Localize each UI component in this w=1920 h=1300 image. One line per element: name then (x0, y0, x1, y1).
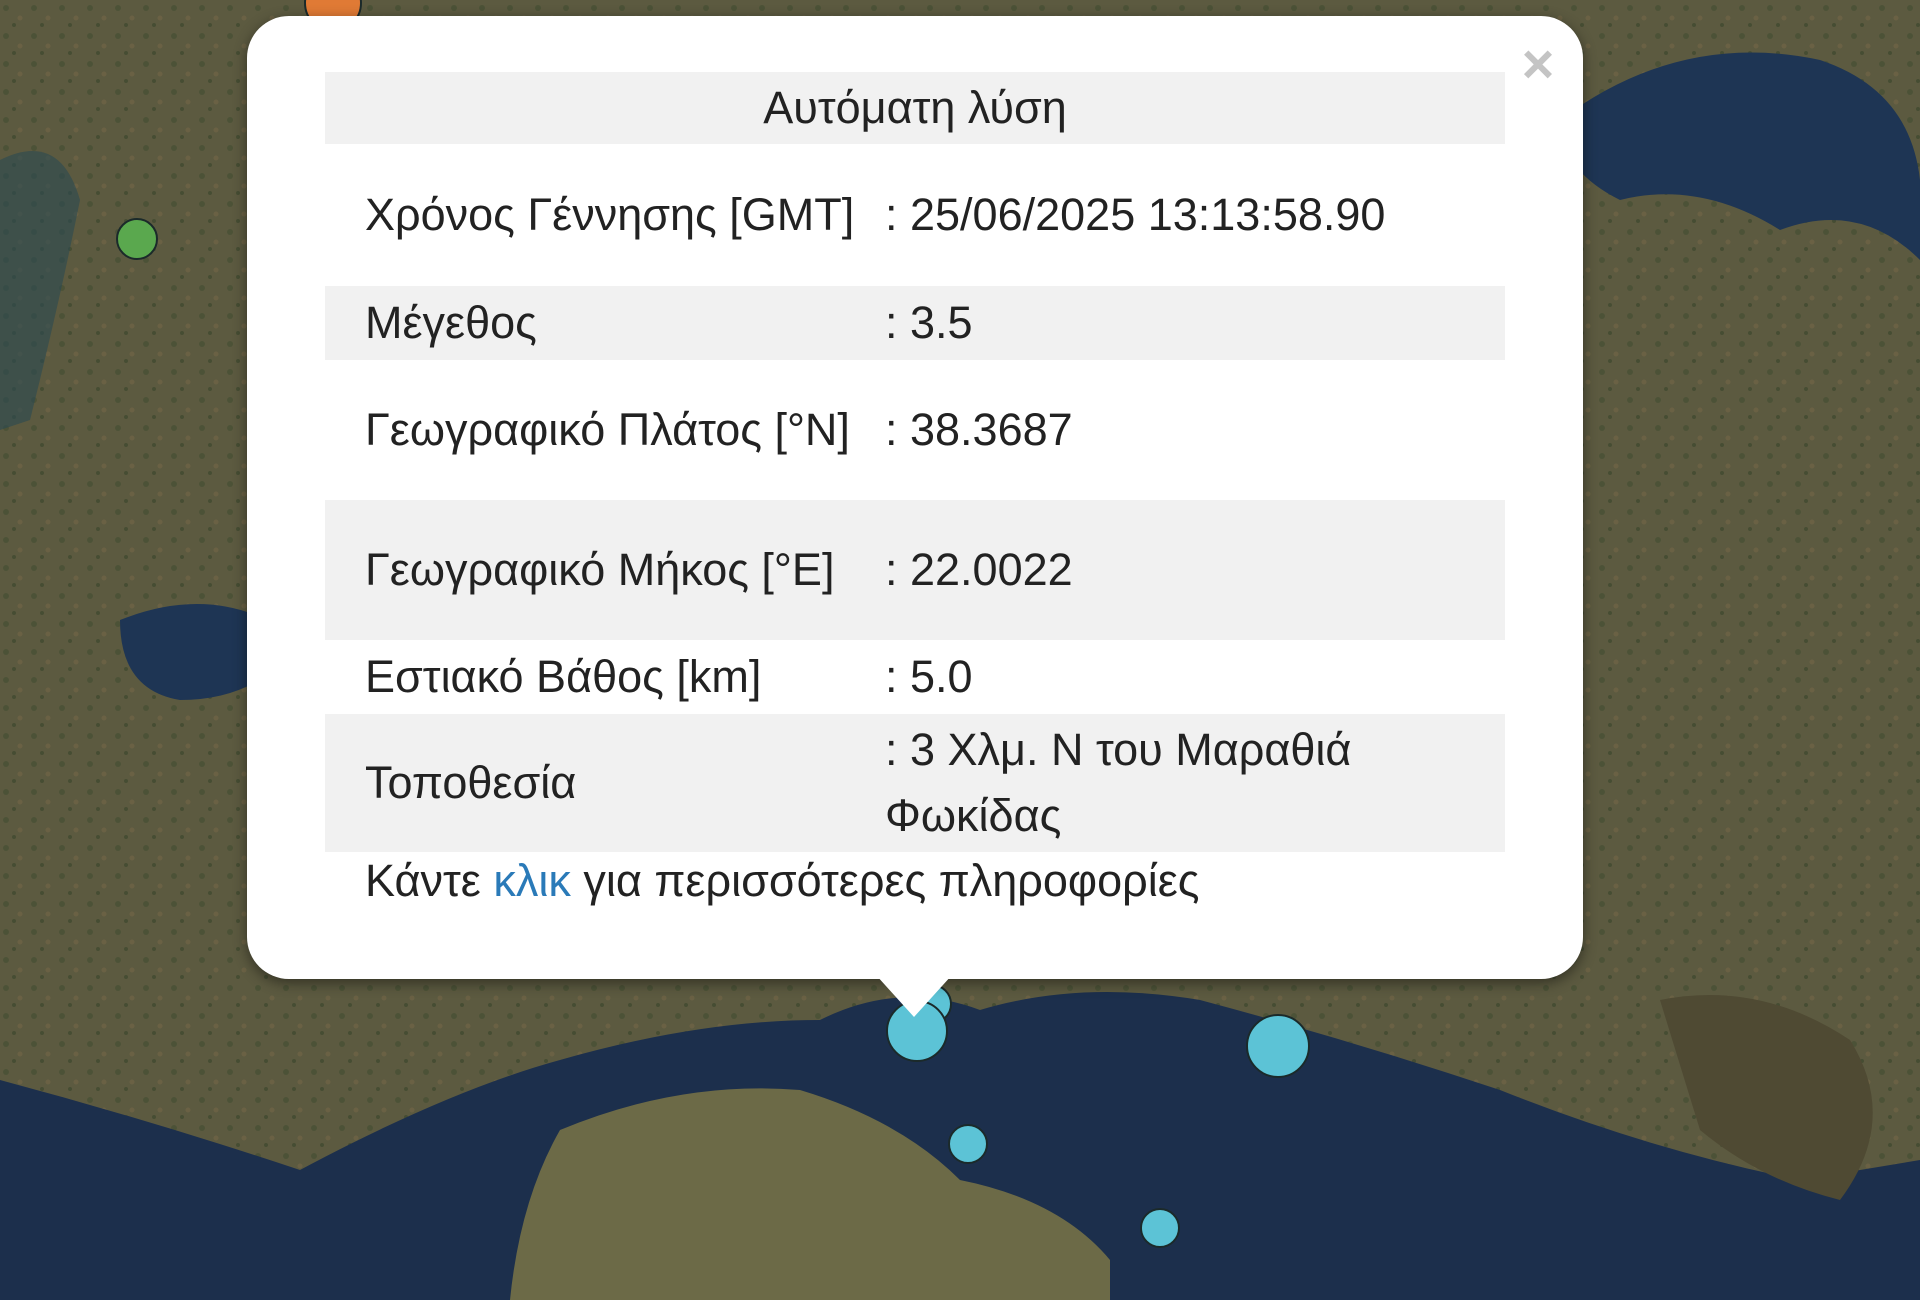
more-info-link[interactable]: κλικ (493, 855, 571, 906)
more-info-text: Κάντε κλικ για περισσότερες πληροφορίες (365, 855, 1199, 907)
latitude-label: Γεωγραφικό Πλάτος [°N] (365, 404, 850, 455)
origin-time-label: Χρόνος Γέννησης [GMT] (365, 189, 855, 240)
origin-time-value: : 25/06/2025 13:13:58.90 (885, 189, 1386, 240)
popup-pointer (876, 975, 952, 1017)
longitude-label: Γεωγραφικό Μήκος [°E] (325, 500, 885, 640)
close-popup-button[interactable]: × (1510, 36, 1566, 92)
footer-prefix: Κάντε (365, 855, 481, 906)
earthquake-marker[interactable] (948, 1124, 988, 1164)
popup-title: Αυτόματη λύση (325, 72, 1505, 144)
earthquake-marker[interactable] (1246, 1014, 1310, 1078)
earthquake-marker[interactable] (1140, 1208, 1180, 1248)
location-value: : 3 Χλμ. Ν του Μαραθιά Φωκίδας (885, 714, 1505, 852)
footer-suffix: για περισσότερες πληροφορίες (583, 855, 1200, 906)
latitude-value: : 38.3687 (885, 404, 1073, 455)
satellite-map[interactable]: × Αυτόματη λύση Χρόνος Γέννησης [GMT] : … (0, 0, 1920, 1300)
magnitude-value: : 3.5 (885, 286, 1505, 360)
longitude-value: : 22.0022 (885, 500, 1505, 640)
magnitude-label: Μέγεθος (325, 286, 885, 360)
earthquake-details-table: Αυτόματη λύση Χρόνος Γέννησης [GMT] : 25… (325, 72, 1505, 852)
depth-label: Εστιακό Βάθος [km] (365, 651, 762, 702)
earthquake-marker-green[interactable] (116, 218, 158, 260)
location-label: Τοποθεσία (325, 714, 885, 852)
depth-value: : 5.0 (885, 651, 973, 702)
